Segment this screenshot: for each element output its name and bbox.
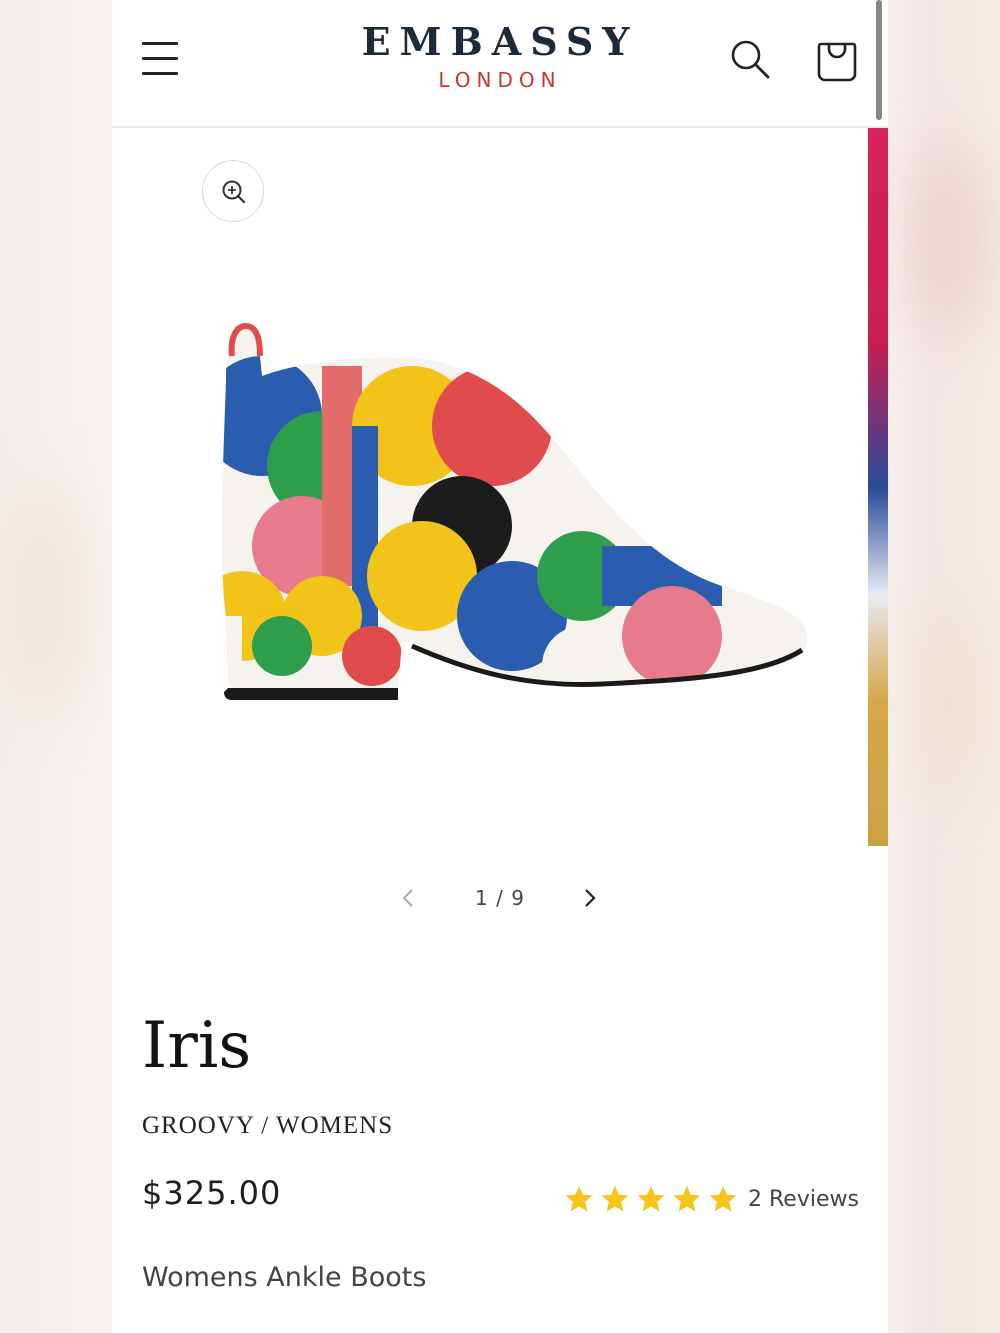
brand-subtitle: LONDON (438, 68, 562, 92)
next-product-image-peek[interactable] (868, 128, 888, 846)
rating-stars (564, 1184, 744, 1214)
product-title: Iris (142, 1009, 252, 1083)
star-icon (601, 1185, 629, 1212)
star-icon (565, 1185, 593, 1212)
scrollbar-thumb[interactable] (876, 0, 882, 120)
chevron-right-icon[interactable] (576, 884, 604, 912)
product-price: $325.00 (142, 1174, 282, 1212)
background-blur (918, 600, 988, 800)
site-header: EMBASSY LONDON (112, 0, 888, 128)
brand-logo[interactable]: EMBASSY LONDON (322, 19, 678, 93)
background-blur (908, 140, 988, 340)
star-icon (709, 1185, 737, 1212)
ankle-boot-image (222, 322, 808, 700)
reviews-count[interactable]: 2 Reviews (748, 1187, 859, 1212)
gallery-counter: 1 / 9 (475, 886, 525, 910)
product-page: EMBASSY LONDON 1 / 9 Iris GROOVY / WOMEN… (112, 0, 888, 1333)
zoom-in-icon[interactable] (202, 160, 264, 222)
chevron-left-icon[interactable] (394, 884, 422, 912)
gallery-pager: 1 / 9 (112, 878, 888, 918)
background-right (888, 0, 1000, 1333)
product-description: Womens Ankle Boots (142, 1262, 427, 1293)
cart-bag-icon[interactable] (812, 36, 862, 86)
star-icon (637, 1185, 665, 1212)
product-breadcrumb[interactable]: GROOVY / WOMENS (142, 1112, 393, 1140)
search-icon[interactable] (726, 36, 774, 84)
star-icon (673, 1185, 701, 1212)
product-gallery[interactable] (142, 128, 888, 846)
product-image-slide[interactable] (142, 128, 868, 846)
background-left (0, 0, 112, 1333)
brand-name: EMBASSY (361, 19, 639, 64)
background-blur (20, 480, 80, 720)
product-rating[interactable]: 2 Reviews (564, 1182, 859, 1216)
hamburger-menu-icon[interactable] (140, 40, 182, 80)
